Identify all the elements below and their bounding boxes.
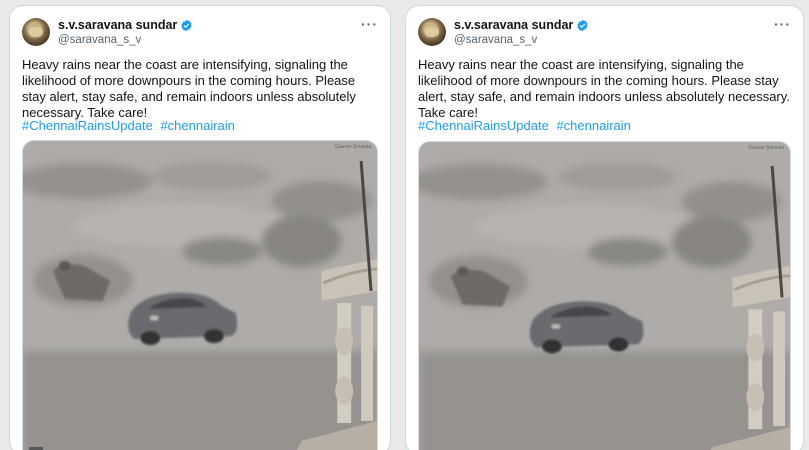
avatar[interactable] bbox=[418, 18, 446, 46]
video-media[interactable]: Gaurav Srivasta bbox=[418, 141, 791, 450]
media-watermark: Gaurav Srivasta bbox=[748, 145, 784, 151]
tweet-text: Heavy rains near the coast are intensify… bbox=[418, 57, 790, 120]
hashtag-link[interactable]: #chennairain bbox=[556, 118, 630, 133]
hashtag-link[interactable]: #chennairain bbox=[160, 118, 234, 133]
verified-badge-icon bbox=[576, 19, 589, 32]
tweet-card[interactable]: s.v.saravana sundar @saravana_s_v ··· He… bbox=[405, 5, 804, 450]
hashtag-row: #ChennaiRainsUpdate #chennairain bbox=[22, 118, 239, 133]
hashtag-row: #ChennaiRainsUpdate #chennairain bbox=[418, 118, 635, 133]
hashtag-link[interactable]: #ChennaiRainsUpdate bbox=[418, 118, 549, 133]
author-row: s.v.saravana sundar bbox=[58, 18, 193, 32]
verified-badge-icon bbox=[180, 19, 193, 32]
author-row: s.v.saravana sundar bbox=[454, 18, 589, 32]
display-name[interactable]: s.v.saravana sundar bbox=[454, 18, 573, 32]
tweet-card[interactable]: s.v.saravana sundar @saravana_s_v ··· He… bbox=[9, 5, 391, 450]
media-watermark: Gaurav Srivasta bbox=[335, 144, 371, 150]
more-options-icon[interactable]: ··· bbox=[774, 16, 791, 32]
rain-scene-image bbox=[23, 141, 377, 450]
more-options-icon[interactable]: ··· bbox=[361, 16, 378, 32]
rain-scene-image bbox=[419, 142, 790, 450]
display-name[interactable]: s.v.saravana sundar bbox=[58, 18, 177, 32]
avatar[interactable] bbox=[22, 18, 50, 46]
user-handle[interactable]: @saravana_s_v bbox=[454, 34, 537, 46]
tweet-text: Heavy rains near the coast are intensify… bbox=[22, 57, 356, 120]
hashtag-link[interactable]: #ChennaiRainsUpdate bbox=[22, 118, 153, 133]
user-handle[interactable]: @saravana_s_v bbox=[58, 34, 141, 46]
video-media[interactable]: Gaurav Srivasta bbox=[22, 140, 378, 450]
